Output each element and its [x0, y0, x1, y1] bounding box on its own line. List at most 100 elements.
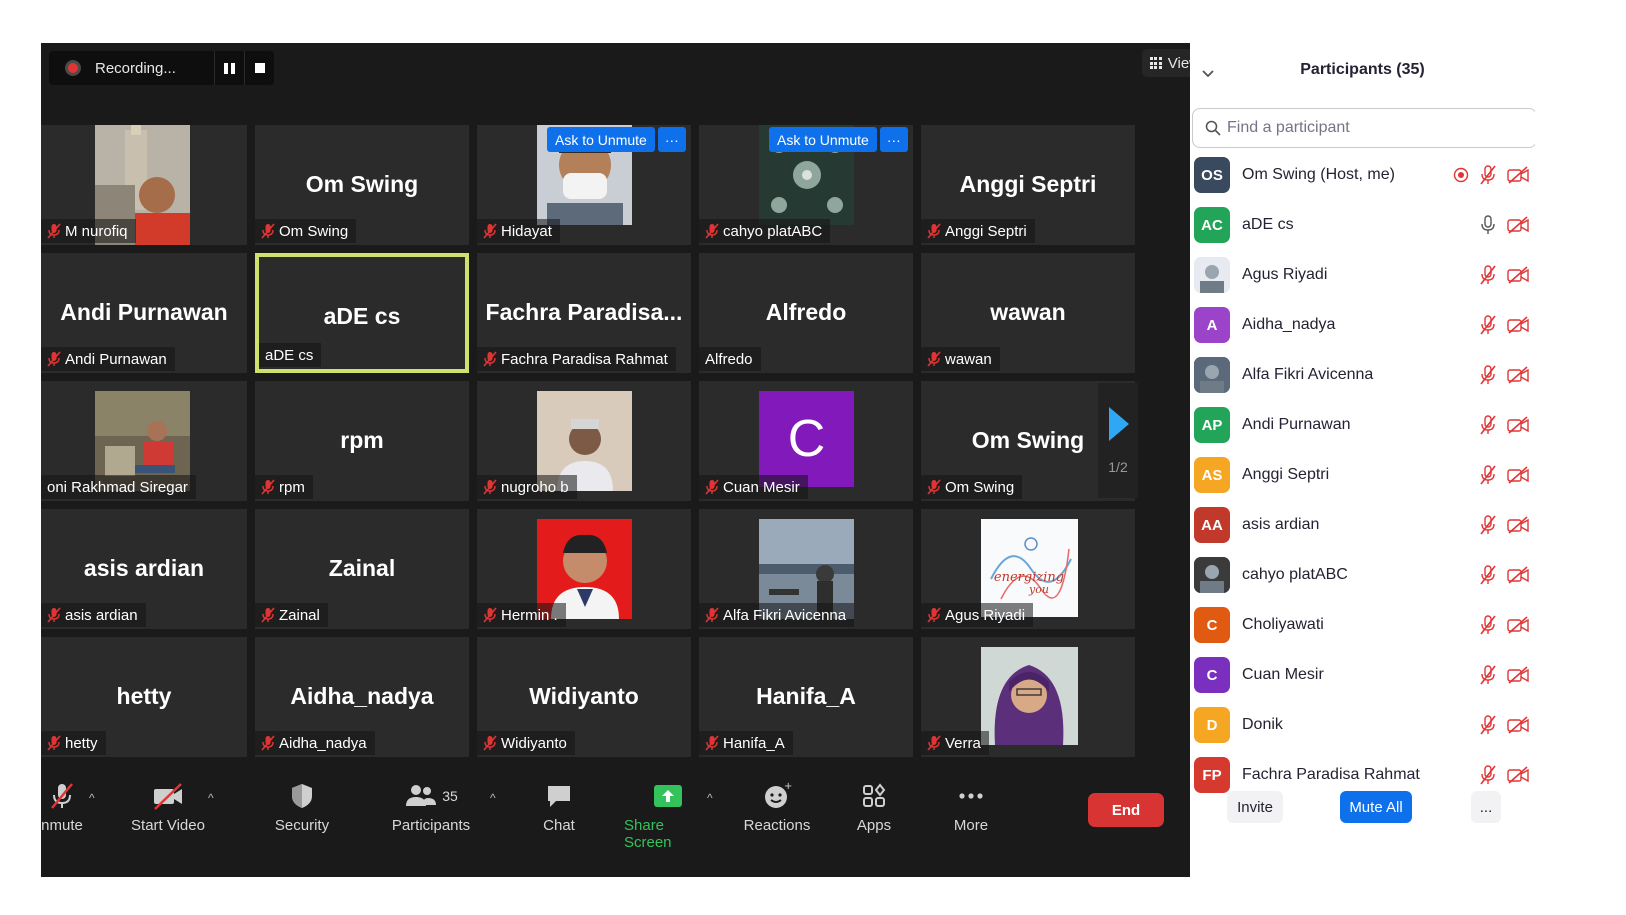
video-tile[interactable]: Zainal Zainal — [255, 509, 469, 629]
search-input[interactable] — [1227, 119, 1507, 137]
video-off-icon — [1507, 516, 1529, 534]
mic-muted-icon[interactable] — [1479, 715, 1497, 735]
reactions-button[interactable]: + Reactions — [744, 781, 811, 834]
mic-muted-icon — [483, 607, 497, 623]
mic-muted-icon[interactable] — [1479, 415, 1497, 435]
tile-name-label: Verra — [921, 731, 989, 755]
ask-to-unmute-button[interactable]: Ask to Unmute — [547, 127, 655, 152]
participant-search[interactable] — [1192, 108, 1535, 148]
invite-button[interactable]: Invite — [1227, 791, 1283, 823]
tile-name-label: Hanifa_A — [699, 731, 793, 755]
video-tile[interactable]: wawan wawan — [921, 253, 1135, 373]
participant-name: Hidayat — [501, 222, 552, 240]
participant-status-icons — [1479, 765, 1529, 785]
tile-more-button[interactable]: ··· — [879, 127, 908, 152]
chat-button[interactable]: Chat — [541, 781, 577, 834]
participant-row[interactable]: OS Om Swing (Host, me) — [1190, 150, 1535, 200]
video-tile[interactable]: nugroho b — [477, 381, 691, 501]
avatar-initials: D — [1206, 716, 1218, 734]
video-tile[interactable]: Hermin . — [477, 509, 691, 629]
participants-icon — [406, 785, 437, 806]
participant-row[interactable]: C Choliyawati — [1190, 600, 1535, 650]
end-meeting-button[interactable]: End — [1088, 793, 1164, 827]
participant-avatar — [1194, 357, 1230, 393]
tile-name-label: Hermin . — [477, 603, 566, 627]
video-tile[interactable]: Ask to Unmute ··· cahyo platABC — [699, 125, 913, 245]
participants-count-badge: 35 — [442, 788, 458, 804]
mic-muted-icon — [705, 479, 719, 495]
participant-video — [537, 391, 632, 491]
start-video-label: Start Video — [131, 817, 205, 834]
pause-recording-button[interactable] — [214, 51, 244, 85]
participant-row[interactable]: cahyo platABC — [1190, 550, 1535, 600]
tile-name-label: Alfa Fikri Avicenna — [699, 603, 855, 627]
video-tile[interactable]: hetty hetty — [41, 637, 247, 757]
avatar-initials: AP — [1201, 416, 1223, 434]
next-page-button[interactable]: 1/2 — [1098, 383, 1138, 498]
video-tile[interactable]: Om Swing Om Swing — [255, 125, 469, 245]
video-off-icon — [1507, 266, 1529, 284]
video-tile[interactable]: Hanifa_A Hanifa_A — [699, 637, 913, 757]
mic-muted-icon[interactable] — [1479, 265, 1497, 285]
mic-muted-icon[interactable] — [1479, 465, 1497, 485]
tile-name-label: Zainal — [255, 603, 328, 627]
share-screen-button[interactable]: Share Screen — [624, 781, 712, 851]
video-options-caret-icon[interactable]: ^ — [208, 791, 214, 805]
mute-all-button[interactable]: Mute All — [1340, 791, 1412, 823]
video-tile[interactable]: rpm rpm — [255, 381, 469, 501]
video-tile[interactable]: Verra — [921, 637, 1135, 757]
panel-more-button[interactable]: ... — [1471, 791, 1501, 823]
more-button[interactable]: More — [951, 781, 991, 834]
video-tile[interactable]: Ask to Unmute ··· Hidayat — [477, 125, 691, 245]
mic-muted-icon[interactable] — [1479, 665, 1497, 685]
video-tile[interactable]: Alfredo Alfredo — [699, 253, 913, 373]
participants-button[interactable]: 35 Participants — [391, 781, 471, 834]
shield-icon — [292, 784, 312, 808]
mic-muted-icon[interactable] — [1479, 515, 1497, 535]
participant-row[interactable]: Agus Riyadi — [1190, 250, 1535, 300]
participant-row[interactable]: Alfa Fikri Avicenna — [1190, 350, 1535, 400]
audio-options-caret-icon[interactable]: ^ — [89, 791, 95, 805]
unmute-button[interactable]: nmute — [41, 781, 83, 834]
participant-row[interactable]: AA asis ardian — [1190, 500, 1535, 550]
mic-muted-icon[interactable] — [1479, 165, 1497, 185]
video-tile[interactable]: oni Rakhmad Siregar — [41, 381, 247, 501]
video-tile[interactable]: asis ardian asis ardian — [41, 509, 247, 629]
video-tile[interactable]: Anggi Septri Anggi Septri — [921, 125, 1135, 245]
mic-muted-icon — [483, 735, 497, 751]
security-button[interactable]: Security — [275, 781, 329, 834]
participant-row[interactable]: AC aDE cs — [1190, 200, 1535, 250]
stop-recording-button[interactable] — [244, 51, 274, 85]
video-tile[interactable]: aDE cs aDE cs — [255, 253, 469, 373]
participant-row[interactable]: C Cuan Mesir — [1190, 650, 1535, 700]
mic-muted-icon — [927, 479, 941, 495]
participant-row[interactable]: A Aidha_nadya — [1190, 300, 1535, 350]
mic-muted-icon[interactable] — [1479, 315, 1497, 335]
participants-panel: Participants (35) OS Om Swing (Host, me) A… — [1190, 43, 1535, 883]
video-tile[interactable]: Fachra Paradisa... Fachra Paradisa Rahmat — [477, 253, 691, 373]
apps-button[interactable]: Apps — [856, 781, 892, 834]
tile-display-name: Alfredo — [765, 299, 847, 325]
mic-muted-icon[interactable] — [1479, 365, 1497, 385]
video-tile[interactable]: energizing you Agus Riyadi — [921, 509, 1135, 629]
mic-muted-icon[interactable] — [1479, 765, 1497, 785]
video-tile[interactable]: C Cuan Mesir — [699, 381, 913, 501]
tile-more-button[interactable]: ··· — [657, 127, 686, 152]
mic-muted-icon[interactable] — [1479, 615, 1497, 635]
participants-options-caret-icon[interactable]: ^ — [490, 791, 496, 805]
video-tile[interactable]: Widiyanto Widiyanto — [477, 637, 691, 757]
participant-row[interactable]: AS Anggi Septri — [1190, 450, 1535, 500]
video-tile[interactable]: M nurofiq — [41, 125, 247, 245]
participant-row[interactable]: D Donik — [1190, 700, 1535, 750]
share-options-caret-icon[interactable]: ^ — [707, 791, 713, 805]
mic-icon[interactable] — [1479, 215, 1497, 235]
video-tile[interactable]: Aidha_nadya Aidha_nadya — [255, 637, 469, 757]
participant-row[interactable]: AP Andi Purnawan — [1190, 400, 1535, 450]
tile-name-label: Aidha_nadya — [255, 731, 375, 755]
video-tile[interactable]: Alfa Fikri Avicenna — [699, 509, 913, 629]
video-tile[interactable]: Andi Purnawan Andi Purnawan — [41, 253, 247, 373]
ask-to-unmute-button[interactable]: Ask to Unmute — [769, 127, 877, 152]
start-video-button[interactable]: Start Video — [129, 781, 207, 834]
participant-video — [537, 519, 632, 619]
mic-muted-icon[interactable] — [1479, 565, 1497, 585]
